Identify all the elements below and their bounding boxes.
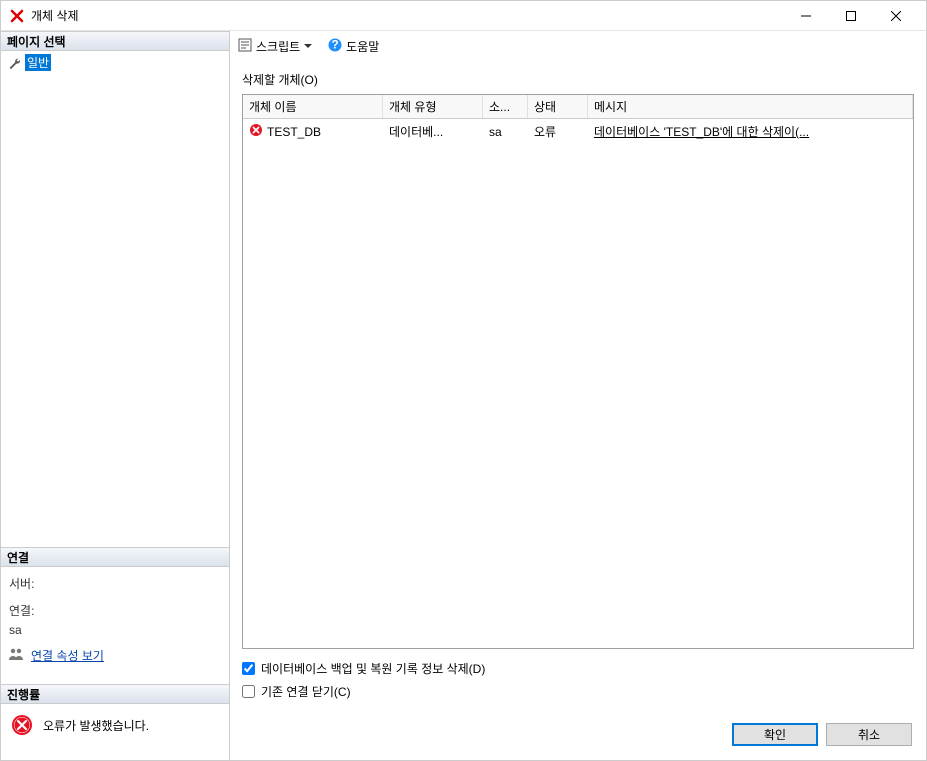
objects-grid: 개체 이름 개체 유형 소... 상태 메시지 TEST_DB 데이터베... …: [242, 94, 914, 649]
view-connection-props-link[interactable]: 연결 속성 보기: [31, 647, 104, 664]
body: 페이지 선택 일반 연결 서버: 연결: sa 연결 속성 보기 진행: [1, 31, 926, 760]
footer: 확인 취소: [230, 713, 926, 760]
objects-label: 삭제할 개체(O): [242, 71, 914, 88]
checkbox-close-connections[interactable]: [242, 685, 255, 698]
titlebar: 개체 삭제: [1, 1, 926, 31]
col-status[interactable]: 상태: [528, 95, 588, 118]
error-message-link[interactable]: 데이터베이스 'TEST_DB'에 대한 삭제이(...: [594, 123, 809, 140]
col-message[interactable]: 메시지: [588, 95, 913, 118]
table-row[interactable]: TEST_DB 데이터베... sa 오류 데이터베이스 'TEST_DB'에 …: [243, 119, 913, 144]
connection-value: sa: [9, 623, 221, 637]
col-type[interactable]: 개체 유형: [383, 95, 483, 118]
main: 스크립트 ? 도움말 삭제할 개체(O) 개체 이름 개체 유형 소...: [229, 31, 926, 760]
script-label: 스크립트: [256, 38, 300, 55]
svg-text:?: ?: [332, 38, 339, 52]
connection-panel: 서버: 연결: sa 연결 속성 보기: [1, 567, 229, 684]
help-button[interactable]: ? 도움말: [328, 38, 379, 55]
checkbox-delete-history[interactable]: [242, 662, 255, 675]
server-label: 서버:: [9, 575, 221, 592]
close-connections-checkbox[interactable]: 기존 연결 닫기(C): [242, 680, 914, 703]
help-icon: ?: [328, 38, 342, 55]
connection-label: 연결:: [9, 602, 221, 619]
checkbox-area: 데이터베이스 백업 및 복원 기록 정보 삭제(D) 기존 연결 닫기(C): [242, 649, 914, 707]
wrench-icon: [7, 56, 21, 70]
cell-name: TEST_DB: [243, 121, 383, 142]
window-title: 개체 삭제: [31, 7, 783, 24]
people-icon: [9, 647, 25, 664]
script-icon: [238, 38, 252, 55]
cancel-button[interactable]: 취소: [826, 723, 912, 746]
progress-row: 오류가 발생했습니다.: [9, 710, 221, 740]
window-controls: [783, 2, 918, 30]
cell-name-text: TEST_DB: [267, 125, 321, 139]
minimize-button[interactable]: [783, 2, 828, 30]
cell-type: 데이터베...: [383, 121, 483, 142]
col-name[interactable]: 개체 이름: [243, 95, 383, 118]
delete-backup-history-checkbox[interactable]: 데이터베이스 백업 및 복원 기록 정보 삭제(D): [242, 657, 914, 680]
page-link-general[interactable]: 일반: [25, 54, 51, 71]
toolbar: 스크립트 ? 도움말: [230, 31, 926, 61]
ok-button[interactable]: 확인: [732, 723, 818, 746]
page-select-header: 페이지 선택: [1, 31, 229, 51]
cell-message: 데이터베이스 'TEST_DB'에 대한 삭제이(...: [588, 121, 913, 142]
content: 삭제할 개체(O) 개체 이름 개체 유형 소... 상태 메시지 TEST_D…: [230, 61, 926, 713]
cell-status: 오류: [528, 121, 588, 142]
grid-header: 개체 이름 개체 유형 소... 상태 메시지: [243, 95, 913, 119]
delete-icon: [9, 8, 25, 24]
progress-header: 진행률: [1, 684, 229, 704]
progress-panel: 오류가 발생했습니다.: [1, 704, 229, 760]
sidebar: 페이지 선택 일반 연결 서버: 연결: sa 연결 속성 보기 진행: [1, 31, 229, 760]
checkbox2-label: 기존 연결 닫기(C): [261, 683, 351, 700]
close-button[interactable]: [873, 2, 918, 30]
cell-owner: sa: [483, 123, 528, 141]
col-owner[interactable]: 소...: [483, 95, 528, 118]
maximize-button[interactable]: [828, 2, 873, 30]
page-list: 일반: [1, 51, 229, 547]
connection-header: 연결: [1, 547, 229, 567]
checkbox1-label: 데이터베이스 백업 및 복원 기록 정보 삭제(D): [261, 660, 485, 677]
connection-props-row: 연결 속성 보기: [9, 647, 221, 664]
progress-text: 오류가 발생했습니다.: [43, 717, 149, 734]
row-error-icon: [249, 123, 263, 140]
chevron-down-icon: [304, 39, 312, 53]
script-dropdown[interactable]: 스크립트: [238, 38, 312, 55]
sidebar-item-general[interactable]: 일반: [5, 53, 225, 72]
help-label: 도움말: [346, 38, 379, 55]
error-icon: [11, 714, 33, 736]
